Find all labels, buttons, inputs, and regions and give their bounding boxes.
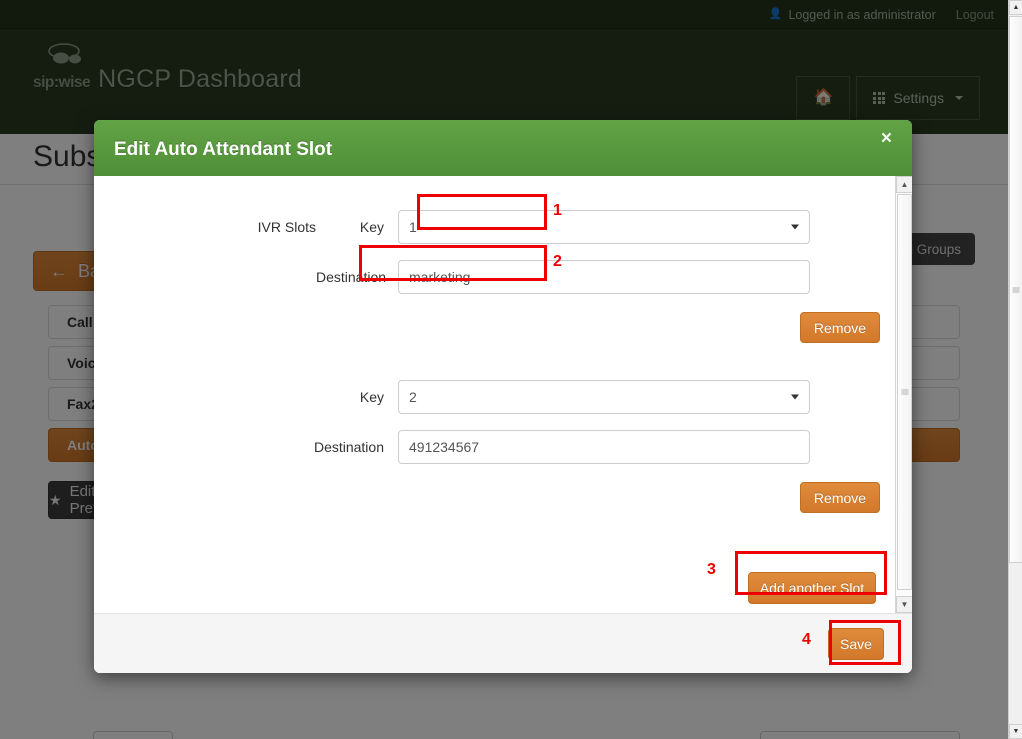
slot-1-destination-value: marketing: [409, 269, 470, 285]
slot-2-key-select[interactable]: 2: [398, 380, 810, 414]
modal-scrollbar[interactable]: ▲ ▼: [895, 176, 912, 613]
modal-footer: Save: [94, 613, 912, 673]
scroll-down-icon[interactable]: ▼: [1009, 724, 1022, 739]
slot-2-destination-label: Destination: [94, 439, 398, 455]
annotation-number-2: 2: [553, 253, 562, 271]
slot-2-key-value: 2: [409, 389, 417, 405]
scroll-up-icon[interactable]: ▲: [896, 176, 912, 193]
scroll-up-icon[interactable]: ▲: [1009, 0, 1022, 15]
slot-2-key-label: Key: [94, 389, 398, 405]
slot-1-key-row: IVR Slots Key 1: [94, 210, 895, 244]
chevron-down-icon: [791, 225, 799, 230]
save-button[interactable]: Save: [828, 628, 884, 660]
chevron-down-icon: [791, 395, 799, 400]
slot-1-destination-row: Destination marketing: [94, 260, 895, 294]
modal-title: Edit Auto Attendant Slot: [114, 139, 332, 161]
browser-scrollbar[interactable]: ▲ ▼: [1008, 0, 1022, 739]
annotation-number-4: 4: [802, 631, 811, 649]
slot-2-remove-button[interactable]: Remove: [800, 482, 880, 513]
annotation-number-1: 1: [553, 202, 562, 220]
browser-scrollbar-thumb[interactable]: [1009, 16, 1022, 563]
edit-auto-attendant-slot-dialog: Edit Auto Attendant Slot × IVR Slots Key…: [94, 120, 912, 673]
close-icon[interactable]: ×: [875, 127, 898, 151]
scroll-down-icon[interactable]: ▼: [896, 596, 912, 613]
modal-header: Edit Auto Attendant Slot ×: [94, 120, 912, 176]
slot-2-destination-input[interactable]: 491234567: [398, 430, 810, 464]
scrollbar-grip-icon: [901, 390, 908, 395]
slot-2-destination-row: Destination 491234567: [94, 430, 895, 464]
add-another-slot-button[interactable]: Add another Slot: [748, 572, 876, 604]
slot-1-key-value: 1: [409, 219, 417, 235]
slot-1-destination-input[interactable]: marketing: [398, 260, 810, 294]
modal-scrollbar-thumb[interactable]: [897, 194, 912, 590]
slot-2-destination-value: 491234567: [409, 439, 479, 455]
annotation-number-3: 3: [707, 561, 716, 579]
slot-1-remove-button[interactable]: Remove: [800, 312, 880, 343]
slot-1-key-select[interactable]: 1: [398, 210, 810, 244]
screenshot-root: 👤 Logged in as administrator Logout sip:…: [0, 0, 1022, 739]
scrollbar-grip-icon: [1013, 287, 1020, 292]
ivr-slots-label: IVR Slots: [94, 219, 316, 235]
slot-2-key-row: Key 2: [94, 380, 895, 414]
slot-1-destination-label: Destination: [316, 269, 398, 285]
modal-body: IVR Slots Key 1 Destination marketing Re…: [94, 176, 912, 613]
slot-1-key-label: Key: [316, 219, 398, 235]
